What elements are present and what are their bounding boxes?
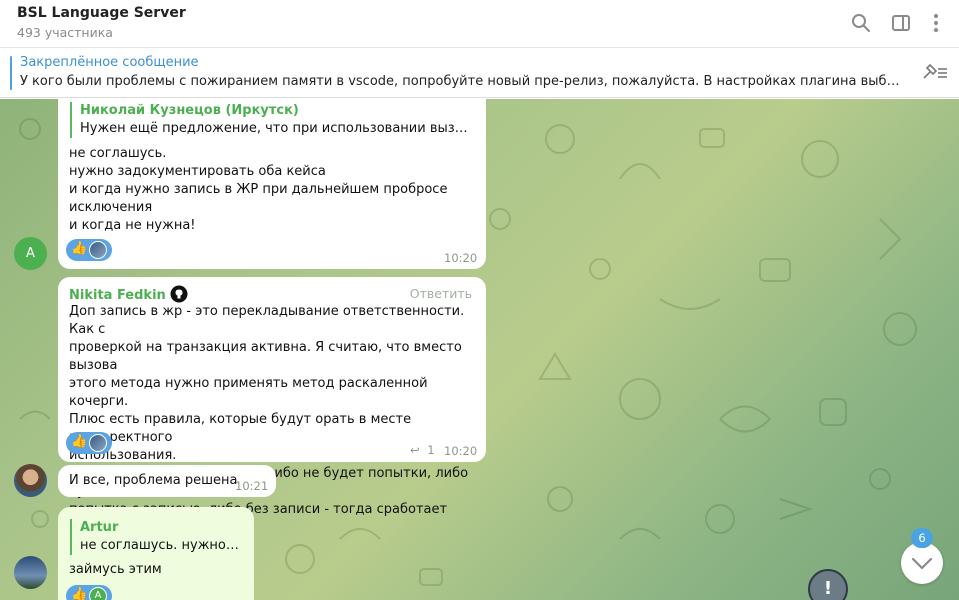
text-line: не соглашусь. bbox=[69, 146, 167, 161]
avatar[interactable] bbox=[14, 556, 47, 589]
sender-name[interactable]: Nikita Fedkin bbox=[69, 285, 188, 303]
message-time: 10:21 bbox=[235, 479, 269, 493]
more-menu-icon[interactable] bbox=[925, 12, 947, 34]
reply-preview[interactable]: Artur не соглашусь. нужно за... bbox=[70, 519, 242, 555]
avatar[interactable]: A bbox=[14, 237, 47, 270]
message-bubble-3[interactable]: И все, проблема решена 10:21 bbox=[58, 465, 276, 497]
text-line: и когда не нужна! bbox=[69, 218, 196, 233]
pinned-message-bar[interactable]: Закреплённое сообщение У кого были пробл… bbox=[0, 49, 959, 98]
reply-arrow-icon: ↩ bbox=[410, 443, 420, 457]
thread-replies[interactable]: ↩ 1 bbox=[410, 443, 435, 457]
message-time: 10:20 bbox=[444, 444, 478, 458]
pinned-text: У кого были проблемы с пожиранием памяти… bbox=[20, 74, 905, 89]
message-bubble-2[interactable]: Nikita Fedkin Ответить Доп запись в жр -… bbox=[58, 277, 486, 535]
reply-author: Николай Кузнецов (Иркутск) bbox=[80, 103, 299, 118]
reply-text: Нужен ещё предложение, что при использов… bbox=[80, 121, 475, 136]
alert-icon: ! bbox=[823, 578, 833, 599]
thumbs-up-icon: 👍 bbox=[71, 241, 88, 256]
sender-label: Nikita Fedkin bbox=[69, 288, 166, 303]
text-line: этого метода нужно применять метод раска… bbox=[69, 376, 428, 409]
text-line: проверкой на транзакция активна. Я счита… bbox=[69, 340, 462, 373]
reactor-avatar bbox=[89, 434, 107, 452]
pinned-label: Закреплённое сообщение bbox=[20, 55, 199, 70]
thumbs-up-icon: 👍 bbox=[71, 434, 88, 449]
reactor-letter: A bbox=[94, 590, 102, 600]
unread-count-badge: 6 bbox=[911, 528, 933, 548]
thumbs-up-icon: 👍 bbox=[71, 587, 88, 600]
unpin-icon[interactable] bbox=[921, 62, 949, 84]
message-text: займусь этим bbox=[69, 562, 162, 577]
text-line: нужно задокументировать оба кейса bbox=[69, 164, 326, 179]
message-list[interactable]: Николай Кузнецов (Иркутск) Нужен ещё пре… bbox=[0, 99, 959, 600]
reply-author: Artur bbox=[80, 520, 119, 535]
text-line: и когда нужно запись в ЖР при дальнейшем… bbox=[69, 182, 448, 197]
avatar[interactable] bbox=[14, 464, 47, 497]
reaction-pill[interactable]: 👍 bbox=[66, 239, 112, 261]
search-icon[interactable] bbox=[850, 12, 872, 34]
member-count: 493 участника bbox=[17, 25, 113, 40]
reply-action-link[interactable]: Ответить bbox=[410, 286, 472, 301]
message-time: 10:20 bbox=[444, 251, 478, 265]
chat-title[interactable]: BSL Language Server bbox=[17, 5, 186, 21]
message-bubble-1[interactable]: Николай Кузнецов (Иркутск) Нужен ещё пре… bbox=[58, 99, 486, 269]
reaction-pill[interactable]: 👍 bbox=[66, 432, 112, 454]
pinned-indicator bbox=[10, 56, 12, 90]
replies-count: 1 bbox=[427, 443, 435, 457]
reply-text: не соглашусь. нужно за... bbox=[80, 538, 242, 553]
scroll-to-bottom-button[interactable] bbox=[901, 542, 943, 584]
reaction-pill[interactable]: 👍 A bbox=[66, 585, 112, 600]
text-line: Плюс есть правила, которые будут орать в… bbox=[69, 412, 412, 445]
text-line: исключения bbox=[69, 200, 153, 215]
reply-preview[interactable]: Николай Кузнецов (Иркутск) Нужен ещё пре… bbox=[70, 102, 475, 138]
avatar-letter: A bbox=[26, 246, 35, 261]
reactor-avatar bbox=[89, 241, 107, 259]
sidebar-toggle-icon[interactable] bbox=[890, 12, 912, 34]
github-icon bbox=[170, 285, 188, 303]
message-text: не соглашусь. нужно задокументировать об… bbox=[69, 145, 479, 235]
text-line: Доп запись в жр - это перекладывание отв… bbox=[69, 304, 465, 337]
reactor-avatar: A bbox=[89, 587, 107, 600]
chat-header: BSL Language Server 493 участника bbox=[0, 0, 959, 48]
message-text: Доп запись в жр - это перекладывание отв… bbox=[69, 303, 479, 537]
alert-button[interactable]: ! bbox=[808, 569, 848, 600]
message-text: И все, проблема решена bbox=[69, 473, 238, 488]
message-bubble-4[interactable]: Artur не соглашусь. нужно за... займусь … bbox=[58, 507, 254, 600]
chevron-down-icon bbox=[911, 557, 933, 570]
